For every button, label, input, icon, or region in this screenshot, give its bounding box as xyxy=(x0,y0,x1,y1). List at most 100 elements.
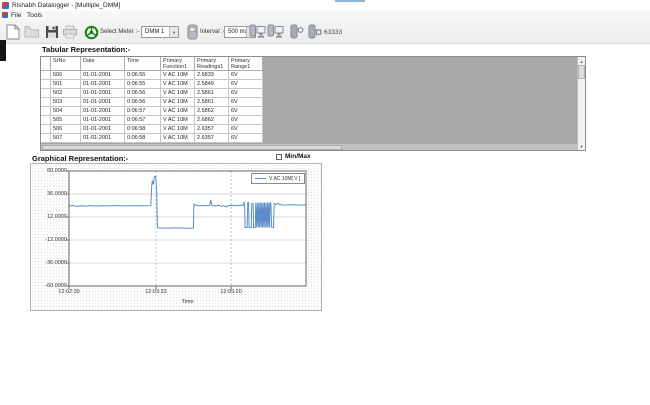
row-selector xyxy=(41,98,51,107)
table-cell: 6V xyxy=(229,134,263,143)
table-cell: 504 xyxy=(51,107,81,116)
y-tick-label: -12.0000 xyxy=(33,237,67,243)
vertical-scrollbar[interactable]: ▲ ▼ xyxy=(577,57,585,150)
table-cell: 01-01-2001 xyxy=(81,116,125,125)
y-tick-label: -36.0000 xyxy=(33,260,67,266)
chevron-down-icon[interactable]: ▼ xyxy=(169,27,178,37)
title-bar: Rishabh Datalogger - [Multiple_DMM] xyxy=(0,0,650,11)
table-cell: 501 xyxy=(51,80,81,89)
table-cell: 01-01-2001 xyxy=(81,125,125,134)
column-header[interactable]: Time xyxy=(125,57,161,71)
table-row[interactable]: 50701-01-20010:06:58V AC 10M2.63576V xyxy=(41,134,263,143)
meter-log-icon-2[interactable] xyxy=(306,23,324,41)
table-cell: 503 xyxy=(51,98,81,107)
table-row[interactable]: 50601-01-20010:06:58V AC 10M2.63576V xyxy=(41,125,263,134)
table-cell: 506 xyxy=(51,125,81,134)
scroll-up-icon[interactable]: ▲ xyxy=(578,57,585,65)
column-header[interactable]: Primary Function1 xyxy=(161,57,195,71)
hscroll-thumb[interactable] xyxy=(42,145,342,150)
table-cell: 2.6862 xyxy=(195,116,229,125)
row-selector xyxy=(41,89,51,98)
interval-label: Interval :- xyxy=(200,29,225,35)
table-cell: 502 xyxy=(51,89,81,98)
toolbar: Select Meter :- DMM 1 ▼ Interval :- 500 … xyxy=(0,20,650,44)
table-cell: 0:06:58 xyxy=(125,125,161,134)
open-file-icon[interactable] xyxy=(23,23,41,41)
minmax-toggle[interactable]: Min/Max xyxy=(276,153,311,160)
table-cell: 6V xyxy=(229,71,263,80)
table-row[interactable]: 50201-01-20010:06:56V AC 10M2.58616V xyxy=(41,89,263,98)
table-cell: 2.5849 xyxy=(195,80,229,89)
row-selector xyxy=(41,116,51,125)
table-cell: 0:06:58 xyxy=(125,134,161,143)
select-meter-value: DMM 1 xyxy=(145,29,164,35)
horizontal-scrollbar[interactable] xyxy=(41,143,578,150)
minmax-checkbox[interactable] xyxy=(276,154,282,160)
plot-area xyxy=(69,171,306,286)
table-cell: 6V xyxy=(229,125,263,134)
column-header[interactable]: Primary Range1 xyxy=(229,57,263,71)
table-cell: 2.5861 xyxy=(195,89,229,98)
select-meter-dropdown[interactable]: DMM 1 ▼ xyxy=(141,26,179,38)
table-cell: V AC 10M xyxy=(161,125,195,134)
menu-tools[interactable]: Tools xyxy=(27,12,42,19)
connect-meter-icon[interactable] xyxy=(82,23,100,41)
column-header[interactable]: Date xyxy=(81,57,125,71)
table-cell: 2.6357 xyxy=(195,125,229,134)
column-header[interactable]: Primary Readings1 xyxy=(195,57,229,71)
table-cell: 2.5862 xyxy=(195,107,229,116)
selector-header xyxy=(41,57,51,71)
sample-counter: 63333 xyxy=(324,29,342,36)
save-icon[interactable] xyxy=(43,23,61,41)
table-cell: 500 xyxy=(51,71,81,80)
legend-line-sample xyxy=(255,178,266,179)
table-row[interactable]: 50401-01-20010:06:57V AC 10M2.58626V xyxy=(41,107,263,116)
table-cell: 6V xyxy=(229,98,263,107)
table-cell: 6V xyxy=(229,89,263,98)
legend-label: V AC 10M[ V ] xyxy=(269,176,300,182)
y-tick-label: 60.0000 xyxy=(33,168,67,174)
row-selector xyxy=(41,134,51,143)
app-icon xyxy=(2,2,9,9)
y-tick-label: 12.0000 xyxy=(33,214,67,220)
table-cell: 0:06:55 xyxy=(125,71,161,80)
menu-file[interactable]: File xyxy=(11,12,21,19)
table-cell: V AC 10M xyxy=(161,98,195,107)
table-row[interactable]: 50501-01-20010:06:57V AC 10M2.68626V xyxy=(41,116,263,125)
table-cell: 0:06:56 xyxy=(125,98,161,107)
table-row[interactable]: 50001-01-20010:06:55V AC 10M2.68336V xyxy=(41,71,263,80)
minmax-label: Min/Max xyxy=(285,153,311,160)
print-icon[interactable] xyxy=(61,23,79,41)
meter-log-icon-1[interactable] xyxy=(288,23,306,41)
vscroll-thumb[interactable] xyxy=(578,65,585,79)
table-cell: 0:06:57 xyxy=(125,107,161,116)
meter-to-pc-icon-1[interactable] xyxy=(248,23,266,41)
table-cell: V AC 10M xyxy=(161,71,195,80)
row-selector xyxy=(41,71,51,80)
scroll-down-icon[interactable]: ▼ xyxy=(578,142,585,150)
browser-tab-indicator xyxy=(335,0,365,2)
table-cell: 01-01-2001 xyxy=(81,107,125,116)
table-cell: 2.6833 xyxy=(195,71,229,80)
table-header-row: SrNoDateTimePrimary Function1Primary Rea… xyxy=(41,57,263,71)
table-cell: 505 xyxy=(51,116,81,125)
graphical-section-label: Graphical Representation:- xyxy=(32,154,128,163)
table-row[interactable]: 50301-01-20010:06:56V AC 10M2.58616V xyxy=(41,98,263,107)
column-header[interactable]: SrNo xyxy=(51,57,81,71)
table-cell: 6V xyxy=(229,107,263,116)
meter-to-pc-icon-2[interactable] xyxy=(266,23,284,41)
table-cell: 0:06:56 xyxy=(125,89,161,98)
table-cell: 2.5861 xyxy=(195,98,229,107)
app-icon-small xyxy=(2,12,8,18)
meter-icon[interactable] xyxy=(183,23,201,41)
table-row[interactable]: 50101-01-20010:06:55V AC 10M2.58496V xyxy=(41,80,263,89)
dock-edge xyxy=(0,40,6,61)
table-cell: 6V xyxy=(229,116,263,125)
new-file-icon[interactable] xyxy=(4,23,22,41)
x-tick-label: 12:02:39 xyxy=(47,289,91,295)
table-cell: 0:06:57 xyxy=(125,116,161,125)
row-selector xyxy=(41,107,51,116)
row-selector xyxy=(41,125,51,134)
x-tick-label: 12:03:33 xyxy=(134,289,178,295)
table-cell: 01-01-2001 xyxy=(81,80,125,89)
